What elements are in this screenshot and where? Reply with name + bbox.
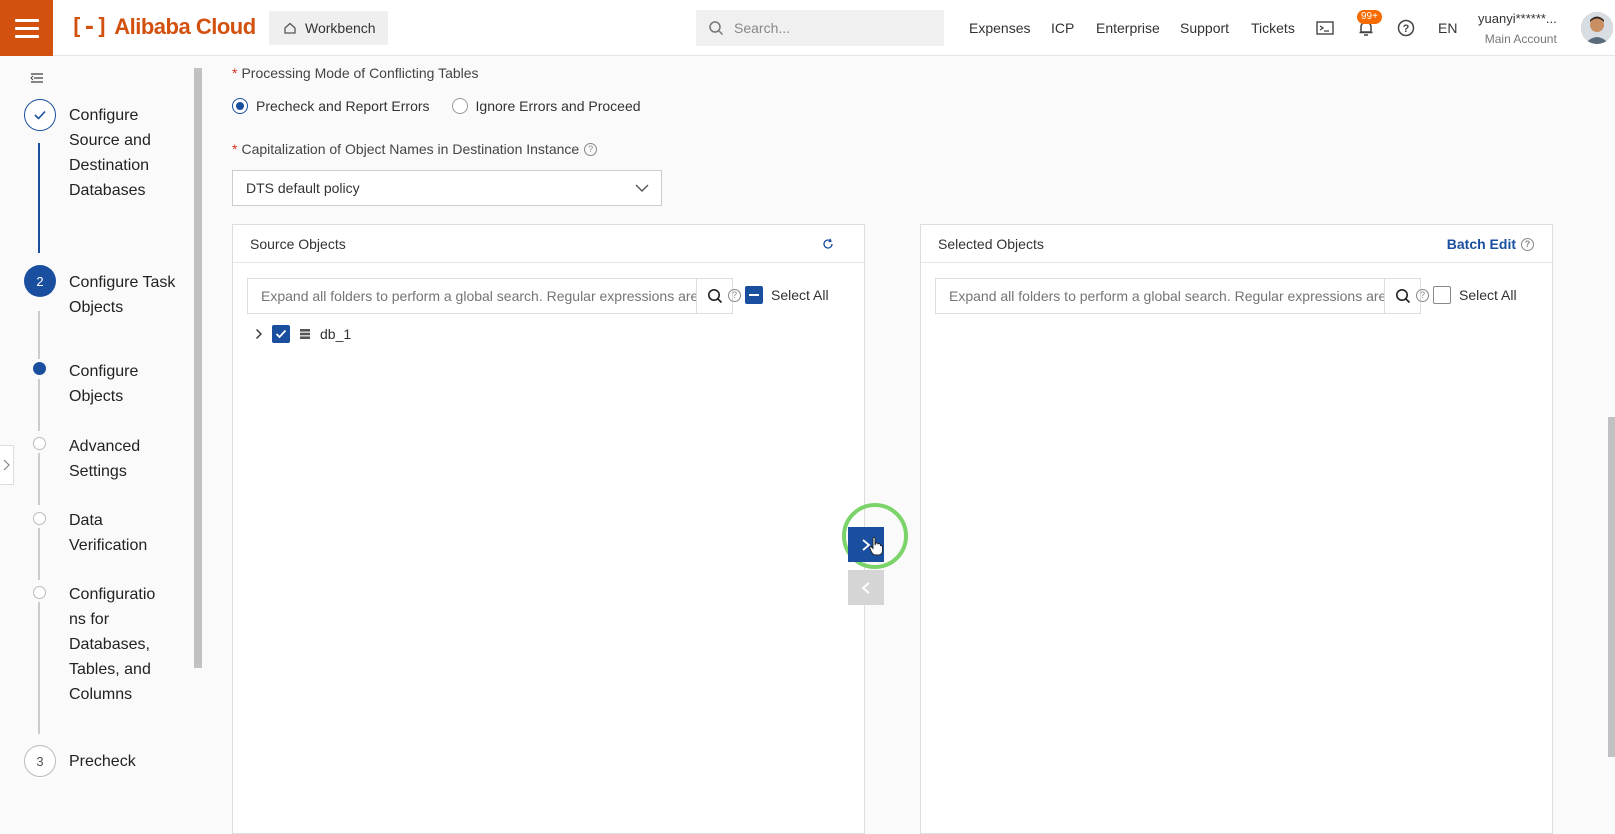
step-connector	[38, 528, 40, 580]
nav-tickets-label: Tickets	[1251, 20, 1295, 36]
panel-header: Source Objects	[233, 225, 864, 263]
step-number: 3	[24, 745, 56, 777]
panel-title: Selected Objects	[938, 235, 1044, 252]
source-search-input[interactable]	[248, 279, 696, 313]
move-right-button[interactable]	[848, 527, 884, 562]
help-icon[interactable]: ?	[728, 289, 741, 302]
user-role: Main Account	[1484, 32, 1557, 46]
capitalization-label: * Capitalization of Object Names in Desti…	[232, 141, 598, 157]
step-connector	[38, 311, 40, 359]
avatar[interactable]	[1581, 12, 1613, 44]
panel-header: Selected Objects Batch Edit ?	[921, 225, 1552, 263]
select-all-label: Select All	[771, 287, 829, 303]
selected-search-input[interactable]	[936, 279, 1384, 313]
help-icon[interactable]: ?	[1395, 17, 1417, 39]
step-connector	[38, 602, 40, 734]
step-label: Advanced Settings	[69, 438, 141, 480]
selected-objects-panel: Selected Objects Batch Edit ? ? Select A…	[920, 224, 1553, 834]
home-icon	[284, 22, 296, 34]
step-sidebar: Configure Source and Destination Databases …	[0, 57, 190, 826]
step-label: Configure Source and Destination Databases	[69, 107, 151, 199]
user-menu[interactable]: yuanyi******... Main Account	[1478, 10, 1557, 48]
check-icon	[24, 99, 56, 131]
select-all-checkbox[interactable]	[745, 286, 763, 304]
nav-tickets[interactable]: Tickets	[1251, 0, 1295, 56]
nav-icp[interactable]: ICP	[1051, 0, 1074, 56]
page-scrollbar[interactable]	[1608, 57, 1615, 826]
nav-icp-label: ICP	[1051, 20, 1075, 36]
hand-pointer-icon	[869, 536, 883, 556]
top-bar: [-] Alibaba Cloud Workbench Search... Ex…	[0, 0, 1615, 56]
nav-enterprise[interactable]: Enterprise	[1096, 0, 1160, 56]
chevron-right-icon[interactable]	[255, 328, 263, 340]
source-search	[247, 278, 733, 314]
search-placeholder: Search...	[734, 20, 791, 36]
select-all-checkbox[interactable]	[1433, 286, 1451, 304]
language-label: EN	[1438, 20, 1458, 36]
select-all-label: Select All	[1459, 287, 1517, 303]
workbench-button[interactable]: Workbench	[269, 11, 388, 45]
selected-search	[935, 278, 1421, 314]
step-connector	[38, 143, 40, 253]
step-label: Configure Task Objects	[69, 274, 176, 316]
step-label: Configure Objects	[69, 363, 139, 405]
search-icon[interactable]	[1384, 279, 1420, 313]
step-connector	[38, 453, 40, 505]
step-number: 2	[24, 265, 56, 297]
nav-expenses[interactable]: Expenses	[969, 0, 1030, 56]
pending-step-dot	[33, 586, 46, 599]
logo[interactable]: [-] Alibaba Cloud	[70, 14, 256, 40]
source-select-all[interactable]: Select All	[745, 286, 829, 304]
sidebar-scrollbar[interactable]	[193, 60, 203, 820]
search-icon	[709, 21, 724, 36]
hamburger-menu-icon[interactable]	[0, 0, 53, 56]
brand-name: Alibaba Cloud	[114, 14, 256, 39]
global-search-input[interactable]: Search...	[696, 10, 944, 46]
current-step-dot	[33, 362, 46, 375]
collapse-sidebar-icon[interactable]	[30, 71, 44, 87]
capitalization-select[interactable]: DTS default policy	[232, 170, 662, 206]
help-icon[interactable]: ?	[1521, 237, 1534, 251]
nav-expenses-label: Expenses	[969, 20, 1031, 36]
notification-badge: 99+	[1357, 10, 1382, 24]
batch-edit-link[interactable]: Batch Edit ?	[1447, 236, 1534, 252]
language-switch[interactable]: EN	[1438, 0, 1457, 56]
radio-ignore-errors-proceed[interactable]: Ignore Errors and Proceed	[451, 98, 641, 114]
user-name: yuanyi******...	[1478, 11, 1557, 26]
source-objects-panel: Source Objects ? Select All db_1	[232, 224, 865, 834]
search-icon[interactable]	[696, 279, 732, 313]
step-connector	[38, 379, 40, 431]
tree-node-checkbox[interactable]	[272, 325, 290, 343]
tree-node[interactable]: db_1	[255, 325, 351, 343]
conflict-mode-label: * Processing Mode of Conflicting Tables	[232, 65, 479, 81]
selected-select-all[interactable]: Select All	[1433, 286, 1517, 304]
tree-node-label: db_1	[320, 326, 352, 342]
step-label: Configuratio ns for Databases, Tables, and C…	[69, 586, 156, 703]
expand-panel-chevron-icon[interactable]	[0, 445, 14, 485]
panel-title: Source Objects	[250, 235, 346, 252]
cloud-shell-icon[interactable]	[1314, 17, 1336, 39]
pending-step-dot	[33, 512, 46, 525]
pending-step-dot	[33, 437, 46, 450]
nav-enterprise-label: Enterprise	[1096, 20, 1160, 36]
workbench-label: Workbench	[305, 20, 376, 36]
step-label: Precheck	[69, 753, 136, 770]
nav-support[interactable]: Support	[1180, 0, 1229, 56]
main-content: * Processing Mode of Conflicting Tables P…	[203, 57, 1603, 834]
help-icon[interactable]: ?	[1416, 289, 1429, 302]
step-label: Data Verification	[69, 512, 148, 554]
batch-edit-label: Batch Edit	[1446, 236, 1516, 252]
select-value: DTS default policy	[246, 180, 360, 196]
database-icon	[300, 329, 310, 339]
nav-support-label: Support	[1180, 20, 1230, 36]
svg-text:?: ?	[1403, 23, 1410, 35]
brand-mark: [-]	[70, 14, 109, 40]
chevron-left-icon	[861, 581, 870, 594]
chevron-down-icon	[635, 184, 649, 192]
help-icon[interactable]: ?	[584, 142, 598, 156]
radio-precheck-report-errors[interactable]: Precheck and Report Errors	[232, 98, 430, 114]
refresh-icon[interactable]	[822, 238, 834, 250]
move-left-button[interactable]	[848, 570, 884, 605]
